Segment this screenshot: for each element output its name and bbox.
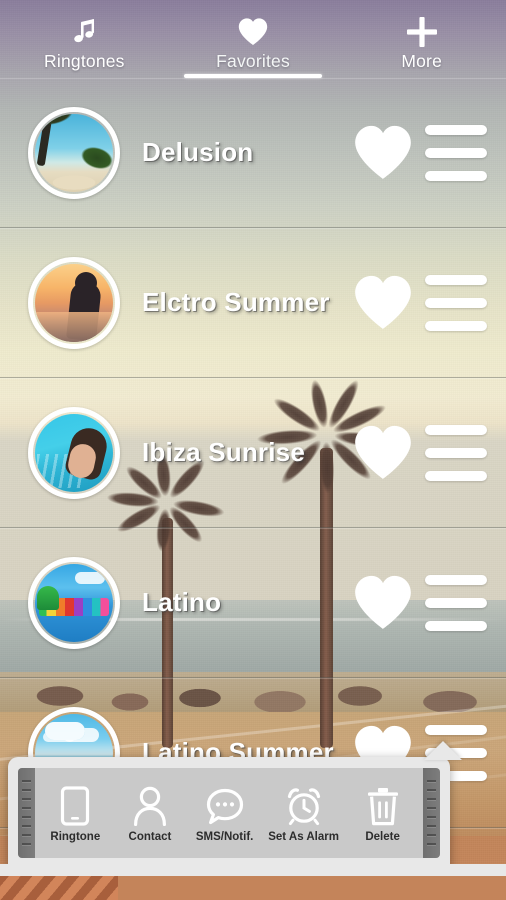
row-actions bbox=[346, 378, 506, 527]
favorite-button[interactable] bbox=[346, 116, 420, 190]
row-title: Ibiza Sunrise bbox=[142, 437, 305, 467]
avatar-ring bbox=[28, 406, 120, 499]
trash-icon bbox=[366, 784, 400, 826]
table-row[interactable]: Latino bbox=[0, 528, 506, 678]
active-tab-indicator bbox=[183, 74, 323, 78]
phone-icon bbox=[60, 784, 90, 826]
table-row[interactable]: Ibiza Sunrise bbox=[0, 378, 506, 528]
heart-filled-icon bbox=[355, 425, 411, 479]
avatar[interactable] bbox=[28, 106, 120, 199]
hamburger-menu-icon[interactable] bbox=[420, 416, 506, 490]
progress-fill bbox=[0, 876, 118, 900]
heart-icon bbox=[237, 14, 269, 50]
popup-caret bbox=[424, 741, 462, 760]
row-actions bbox=[346, 78, 506, 227]
popup-grip-left bbox=[18, 768, 35, 858]
context-menu-body: Ringtone Contact SMS/Notif. Set As Alarm… bbox=[18, 768, 440, 858]
plus-icon bbox=[405, 14, 439, 50]
avatar-ring bbox=[28, 256, 120, 349]
menu-item-contact[interactable]: Contact bbox=[119, 784, 181, 843]
tab-label: Favorites bbox=[216, 51, 290, 71]
heart-filled-icon bbox=[355, 125, 411, 179]
row-title: Elctro Summer bbox=[142, 287, 330, 317]
menu-item-label: Delete bbox=[365, 830, 400, 843]
menu-item-label: SMS/Notif. bbox=[195, 830, 254, 843]
tab-label: Ringtones bbox=[44, 51, 125, 71]
avatar[interactable] bbox=[28, 256, 120, 349]
hamburger-menu-icon[interactable] bbox=[420, 266, 506, 340]
tab-ringtones[interactable]: Ringtones bbox=[0, 0, 169, 78]
avatar[interactable] bbox=[28, 556, 120, 649]
menu-item-label: Set As Alarm bbox=[268, 830, 339, 843]
favorite-button[interactable] bbox=[346, 566, 420, 640]
table-row[interactable]: Delusion bbox=[0, 78, 506, 228]
menu-item-ringtone[interactable]: Ringtone bbox=[44, 784, 106, 843]
menu-item-set-as-alarm[interactable]: Set As Alarm bbox=[268, 784, 339, 843]
row-actions bbox=[346, 528, 506, 677]
context-menu-items: Ringtone Contact SMS/Notif. Set As Alarm… bbox=[38, 784, 420, 843]
row-title: Latino bbox=[142, 587, 222, 617]
app-root: Ringtones Favorites More Delusion Elctro… bbox=[0, 0, 506, 900]
menu-item-delete[interactable]: Delete bbox=[352, 784, 414, 843]
heart-filled-icon bbox=[355, 575, 411, 629]
alarm-clock-icon bbox=[284, 784, 324, 826]
hamburger-menu-icon[interactable] bbox=[420, 116, 506, 190]
top-tab-bar: Ringtones Favorites More bbox=[0, 0, 506, 78]
menu-item-label: Ringtone bbox=[50, 830, 101, 843]
table-row[interactable]: Elctro Summer bbox=[0, 228, 506, 378]
row-actions bbox=[346, 228, 506, 377]
music-note-icon bbox=[68, 14, 100, 50]
menu-item-sms-notification[interactable]: SMS/Notif. bbox=[194, 784, 256, 843]
playback-progress-bar[interactable] bbox=[0, 864, 506, 900]
avatar-ring bbox=[28, 556, 120, 649]
menu-item-label: Contact bbox=[128, 830, 172, 843]
heart-filled-icon bbox=[355, 275, 411, 329]
tab-favorites[interactable]: Favorites bbox=[169, 0, 338, 78]
avatar[interactable] bbox=[28, 406, 120, 499]
progress-track-top bbox=[0, 864, 506, 876]
hamburger-menu-icon[interactable] bbox=[420, 566, 506, 640]
tab-more[interactable]: More bbox=[337, 0, 506, 78]
tab-label: More bbox=[401, 51, 443, 71]
favorite-button[interactable] bbox=[346, 416, 420, 490]
popup-grip-right bbox=[423, 768, 440, 858]
person-icon bbox=[132, 784, 168, 826]
avatar-ring bbox=[28, 106, 120, 199]
speech-bubble-icon bbox=[205, 784, 245, 826]
favorite-button[interactable] bbox=[346, 266, 420, 340]
row-title: Delusion bbox=[142, 137, 254, 167]
